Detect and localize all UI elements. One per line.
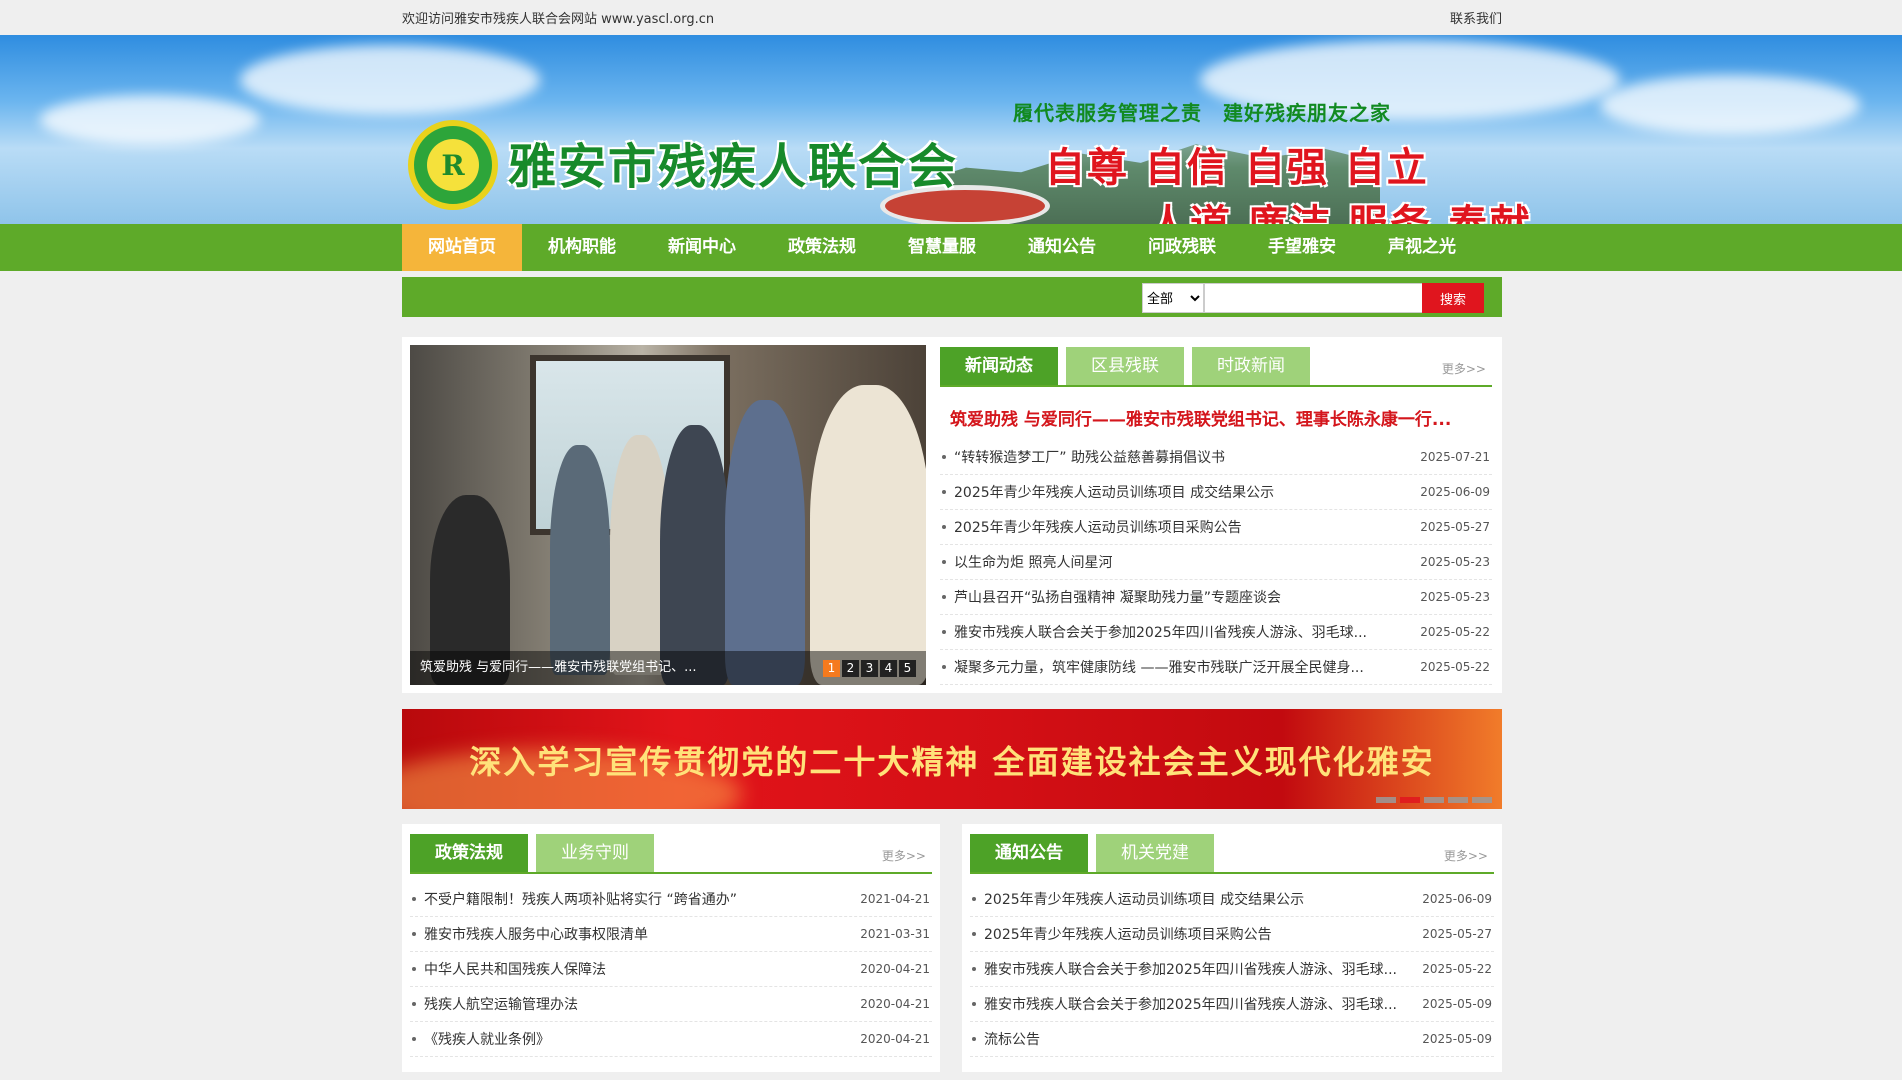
banner-dot[interactable] <box>1376 797 1396 803</box>
list-item[interactable]: 流标公告 2025-05-09 <box>970 1022 1494 1057</box>
list-item[interactable]: “转转猴造梦工厂” 助残公益慈善募捐倡议书 2025-07-21 <box>940 440 1492 475</box>
list-item[interactable]: 2025年青少年残疾人运动员训练项目采购公告 2025-05-27 <box>940 510 1492 545</box>
photo-carousel[interactable]: 筑爱助残 与爱同行——雅安市残联党组书记、... 1 2 3 4 5 <box>410 345 926 685</box>
notice-tabs: 通知公告 机关党建 更多>> <box>970 832 1494 874</box>
carousel-page-1[interactable]: 1 <box>823 660 840 677</box>
list-item[interactable]: 《残疾人就业条例》 2020-04-21 <box>410 1022 932 1057</box>
slogan-primary: 履代表服务管理之责 建好残疾朋友之家 <box>1013 101 1391 125</box>
org-name: 雅安市残疾人联合会 <box>508 139 959 195</box>
list-item[interactable]: 雅安市残疾人联合会关于参加2025年四川省残疾人游泳、羽毛球... 2025-05… <box>970 952 1494 987</box>
banner-dot[interactable] <box>1424 797 1444 803</box>
logo-mark: R <box>427 139 479 191</box>
list-item[interactable]: 残疾人航空运输管理办法 2020-04-21 <box>410 987 932 1022</box>
list-item[interactable]: 2025年青少年残疾人运动员训练项目 成交结果公示 2025-06-09 <box>970 882 1494 917</box>
nav-smart-service[interactable]: 智慧量服 <box>882 224 1002 271</box>
list-item[interactable]: 雅安市残疾人服务中心政事权限清单 2021-03-31 <box>410 917 932 952</box>
list-item[interactable]: 雅安市残疾人联合会关于参加2025年四川省残疾人游泳、羽毛球... 2025-05… <box>940 615 1492 650</box>
top-bar: 欢迎访问雅安市残疾人联合会网站 www.yascl.org.cn 联系我们 <box>0 0 1902 35</box>
nav-voice-light[interactable]: 声视之光 <box>1362 224 1482 271</box>
notice-more-link[interactable]: 更多>> <box>1444 847 1488 864</box>
policy-more-link[interactable]: 更多>> <box>882 847 926 864</box>
nav-home[interactable]: 网站首页 <box>402 224 522 271</box>
tab-current-affairs[interactable]: 时政新闻 <box>1192 347 1310 385</box>
tab-policy[interactable]: 政策法规 <box>410 834 528 872</box>
nav-shouwang[interactable]: 手望雅安 <box>1242 224 1362 271</box>
news-more-link[interactable]: 更多>> <box>1442 360 1486 377</box>
carousel-page-2[interactable]: 2 <box>842 660 859 677</box>
list-item[interactable]: 凝聚多元力量，筑牢健康防线 ——雅安市残联广泛开展全民健身... 2025-05-… <box>940 650 1492 685</box>
main-nav: 网站首页 机构职能 新闻中心 政策法规 智慧量服 通知公告 问政残联 手望雅安 … <box>0 224 1902 271</box>
nav-news-center[interactable]: 新闻中心 <box>642 224 762 271</box>
list-item[interactable]: 芦山县召开“弘扬自强精神 凝聚助残力量”专题座谈会 2025-05-23 <box>940 580 1492 615</box>
search-scope-select[interactable]: 全部 <box>1142 283 1204 313</box>
org-logo[interactable]: R <box>408 120 498 210</box>
tab-notices[interactable]: 通知公告 <box>970 834 1088 872</box>
list-item[interactable]: 不受户籍限制！残疾人两项补贴将实行 “跨省通办” 2021-04-21 <box>410 882 932 917</box>
banner-dot[interactable] <box>1472 797 1492 803</box>
list-item[interactable]: 2025年青少年残疾人运动员训练项目采购公告 2025-05-27 <box>970 917 1494 952</box>
tab-business-rules[interactable]: 业务守则 <box>536 834 654 872</box>
carousel-page-4[interactable]: 4 <box>880 660 897 677</box>
news-section: 新闻动态 区县残联 时政新闻 更多>> 筑爱助残 与爱同行——雅安市残联党组书记… <box>940 345 1492 685</box>
news-tabs: 新闻动态 区县残联 时政新闻 更多>> <box>940 345 1492 387</box>
notice-panel: 通知公告 机关党建 更多>> 2025年青少年残疾人运动员训练项目 成交结果公示… <box>962 824 1502 1072</box>
tab-news-updates[interactable]: 新闻动态 <box>940 347 1058 385</box>
nav-policy[interactable]: 政策法规 <box>762 224 882 271</box>
search-input[interactable] <box>1204 283 1424 313</box>
notice-list: 2025年青少年残疾人运动员训练项目 成交结果公示 2025-06-09 2025… <box>970 882 1494 1057</box>
list-item[interactable]: 以生命为炬 照亮人间星河 2025-05-23 <box>940 545 1492 580</box>
nav-notices[interactable]: 通知公告 <box>1002 224 1122 271</box>
promo-banner-text: 深入学习宣传贯彻党的二十大精神 全面建设社会主义现代化雅安 <box>469 743 1435 781</box>
nav-inquiry[interactable]: 问政残联 <box>1122 224 1242 271</box>
carousel-page-3[interactable]: 3 <box>861 660 878 677</box>
news-panel: 筑爱助残 与爱同行——雅安市残联党组书记、... 1 2 3 4 5 新闻动态 … <box>402 337 1502 693</box>
news-list: “转转猴造梦工厂” 助残公益慈善募捐倡议书 2025-07-21 2025年青少年… <box>940 440 1492 685</box>
tab-party-building[interactable]: 机关党建 <box>1096 834 1214 872</box>
banner-pager <box>1376 797 1492 803</box>
tab-county-federations[interactable]: 区县残联 <box>1066 347 1184 385</box>
slogan-line-1: 自尊 自信 自强 自立 <box>1045 145 1429 191</box>
carousel-page-5[interactable]: 5 <box>899 660 916 677</box>
policy-panel: 政策法规 业务守则 更多>> 不受户籍限制！残疾人两项补贴将实行 “跨省通办” 2… <box>402 824 940 1072</box>
news-headline[interactable]: 筑爱助残 与爱同行——雅安市残联党组书记、理事长陈永康一行... <box>950 405 1492 430</box>
list-item[interactable]: 雅安市残疾人联合会关于参加2025年四川省残疾人游泳、羽毛球... 2025-05… <box>970 987 1494 1022</box>
policy-tabs: 政策法规 业务守则 更多>> <box>410 832 932 874</box>
welcome-text: 欢迎访问雅安市残疾人联合会网站 www.yascl.org.cn <box>402 12 715 27</box>
nav-organization[interactable]: 机构职能 <box>522 224 642 271</box>
carousel-pager: 1 2 3 4 5 <box>823 660 916 677</box>
banner-dot[interactable] <box>1400 797 1420 803</box>
policy-list: 不受户籍限制！残疾人两项补贴将实行 “跨省通办” 2021-04-21 雅安市残疾… <box>410 882 932 1057</box>
slogan-line-2: 人道 廉洁 服务 奉献 <box>1148 192 1532 224</box>
header-banner: R 雅安市残疾人联合会 履代表服务管理之责 建好残疾朋友之家 自尊 自信 自强 … <box>0 35 1902 224</box>
contact-link[interactable]: 联系我们 <box>1450 8 1502 27</box>
search-button[interactable]: 搜索 <box>1422 283 1484 313</box>
list-item[interactable]: 2025年青少年残疾人运动员训练项目 成交结果公示 2025-06-09 <box>940 475 1492 510</box>
promo-banner[interactable]: 深入学习宣传贯彻党的二十大精神 全面建设社会主义现代化雅安 <box>402 709 1502 809</box>
banner-dot[interactable] <box>1448 797 1468 803</box>
list-item[interactable]: 中华人民共和国残疾人保障法 2020-04-21 <box>410 952 932 987</box>
search-bar: 全部 搜索 <box>402 277 1502 317</box>
